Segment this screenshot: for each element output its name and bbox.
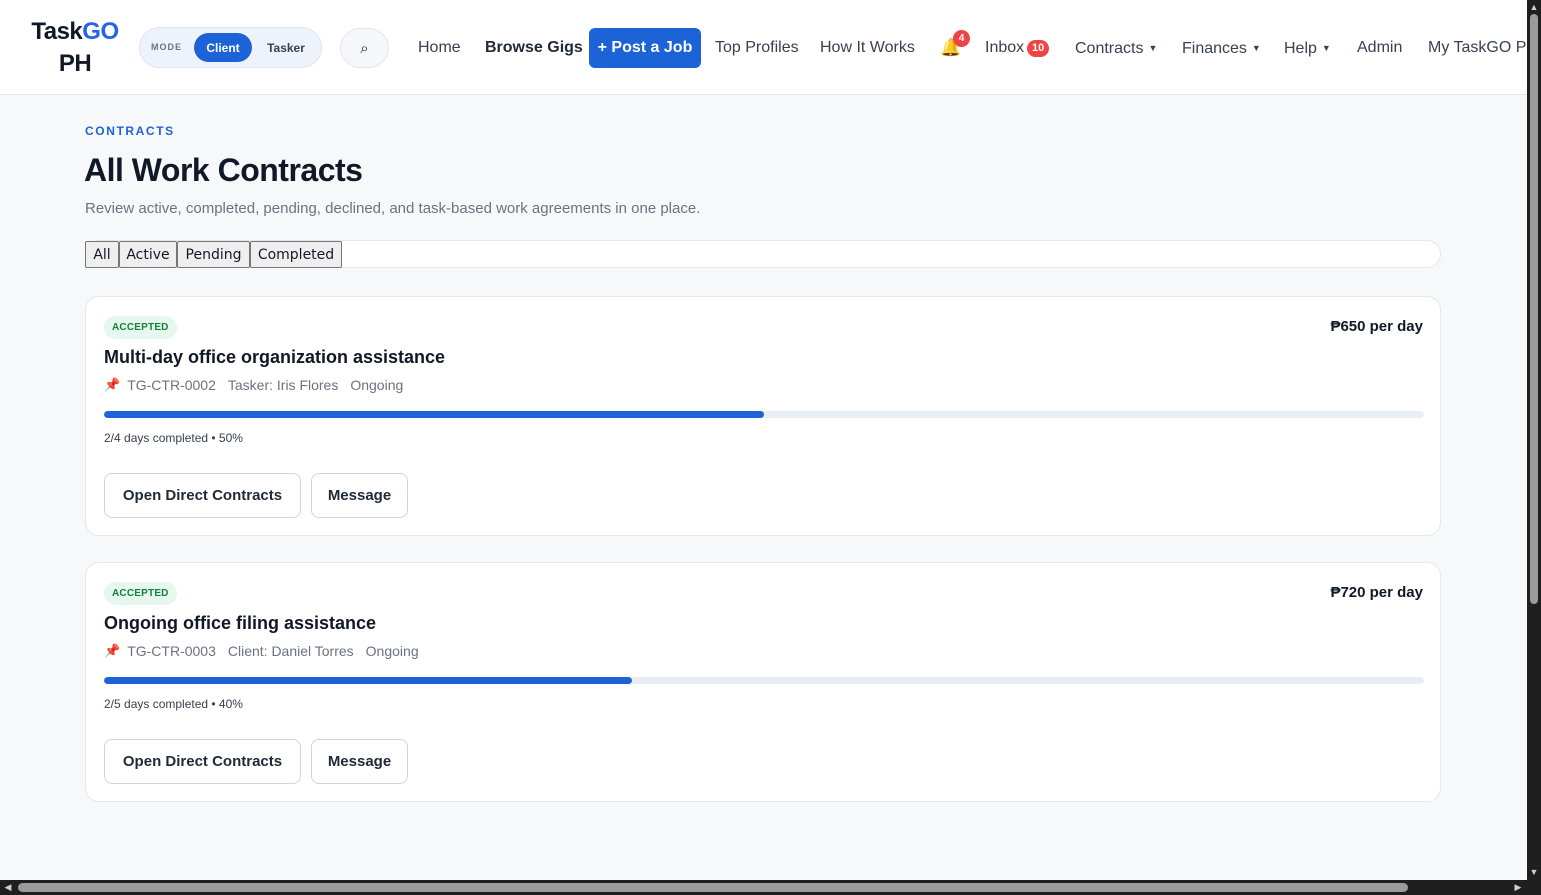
contract-card: ACCEPTED ₱650 per day Multi-day office o… [85,296,1441,536]
horizontal-scrollbar-thumb[interactable] [18,883,1408,892]
nav-my-account[interactable]: My TaskGO PH [1428,38,1527,58]
nav-help-dropdown[interactable]: Help ▼ [1284,38,1331,59]
progress-text: 2/4 days completed • 50% [104,431,243,445]
progress-bar-fill [104,677,632,684]
contract-rate: ₱720 per day [1330,584,1423,601]
contract-title: Ongoing office filing assistance [104,613,377,633]
taskgo-logo[interactable]: TaskGO PH [22,16,128,80]
scroll-left-arrow-icon[interactable]: ◀ [3,882,13,893]
open-direct-contracts-button[interactable]: Open Direct Contracts [104,739,301,784]
nav-inbox[interactable]: Inbox 10 [985,38,1050,58]
inbox-count-badge: 10 [1027,39,1050,57]
mode-label: MODE [151,42,182,52]
contract-id: TG-CTR-0002 [127,377,216,393]
mode-toggle: MODE Client Tasker [139,27,322,68]
nav-inbox-label: Inbox [985,39,1025,56]
scroll-up-arrow-icon[interactable]: ▲ [1529,2,1539,12]
contract-card: ACCEPTED ₱720 per day Ongoing office fil… [85,562,1441,802]
progress-bar [104,411,1424,418]
notification-count-badge: 4 [953,30,970,47]
contract-state: Ongoing [365,643,419,659]
progress-bar-fill [104,411,764,418]
pin-icon: 📌 [104,377,121,392]
contract-party: Client: Daniel Torres [227,643,354,659]
nav-home[interactable]: Home [418,38,461,58]
search-button[interactable]: ⌕ [340,28,389,68]
horizontal-scrollbar[interactable]: ◀ ▶ [0,880,1541,895]
progress-bar [104,677,1424,684]
message-button[interactable]: Message [311,473,408,518]
page-title: All Work Contracts [84,152,363,188]
nav-contracts-dropdown[interactable]: Contracts ▼ [1075,38,1157,59]
vertical-scrollbar[interactable]: ▲ ▼ [1527,0,1541,880]
contract-meta: 📌 TG-CTR-0002 Tasker: Iris Flores Ongoin… [104,377,403,393]
logo-text-ph: PH [58,50,92,77]
nav-browse-gigs[interactable]: Browse Gigs [485,38,583,58]
logo-text-task: Task [31,18,83,45]
logo-text-go: GO [82,18,119,45]
contract-meta: 📌 TG-CTR-0003 Client: Daniel Torres Ongo… [104,643,419,659]
filter-pending-button[interactable]: Pending [177,241,250,268]
nav-admin[interactable]: Admin [1357,38,1402,58]
scroll-down-arrow-icon[interactable]: ▼ [1529,867,1539,877]
nav-help-label: Help [1284,40,1317,57]
status-badge: ACCEPTED [104,316,177,339]
section-eyebrow: CONTRACTS [85,124,175,138]
chevron-down-icon: ▼ [1148,43,1158,53]
nav-finances-label: Finances [1182,40,1247,57]
top-navbar: TaskGO PH MODE Client Tasker ⌕ Home Brow… [0,0,1527,95]
nav-top-profiles[interactable]: Top Profiles [715,38,799,58]
contract-id: TG-CTR-0003 [127,643,216,659]
open-direct-contracts-button[interactable]: Open Direct Contracts [104,473,301,518]
mode-client-button[interactable]: Client [194,33,252,62]
pin-icon: 📌 [104,643,121,658]
contract-state: Ongoing [350,377,404,393]
nav-how-it-works[interactable]: How It Works [820,38,915,58]
filter-completed-button[interactable]: Completed [250,241,342,268]
filter-active-button[interactable]: Active [119,241,177,268]
filter-all-button[interactable]: All [85,241,119,268]
contract-title: Multi-day office organization assistance [104,347,446,367]
mode-tasker-button[interactable]: Tasker [256,33,316,62]
nav-contracts-label: Contracts [1075,40,1144,57]
chevron-down-icon: ▼ [1251,43,1261,53]
post-job-button[interactable]: + Post a Job [589,28,701,68]
vertical-scrollbar-thumb[interactable] [1530,14,1538,604]
scroll-right-arrow-icon[interactable]: ▶ [1513,882,1523,893]
chevron-down-icon: ▼ [1321,43,1331,53]
search-icon: ⌕ [360,39,369,57]
message-button[interactable]: Message [311,739,408,784]
nav-finances-dropdown[interactable]: Finances ▼ [1182,38,1261,59]
contract-rate: ₱650 per day [1330,318,1423,335]
page-subtitle: Review active, completed, pending, decli… [85,200,701,217]
status-badge: ACCEPTED [104,582,177,605]
progress-text: 2/5 days completed • 40% [104,697,243,711]
contract-party: Tasker: Iris Flores [227,377,339,393]
